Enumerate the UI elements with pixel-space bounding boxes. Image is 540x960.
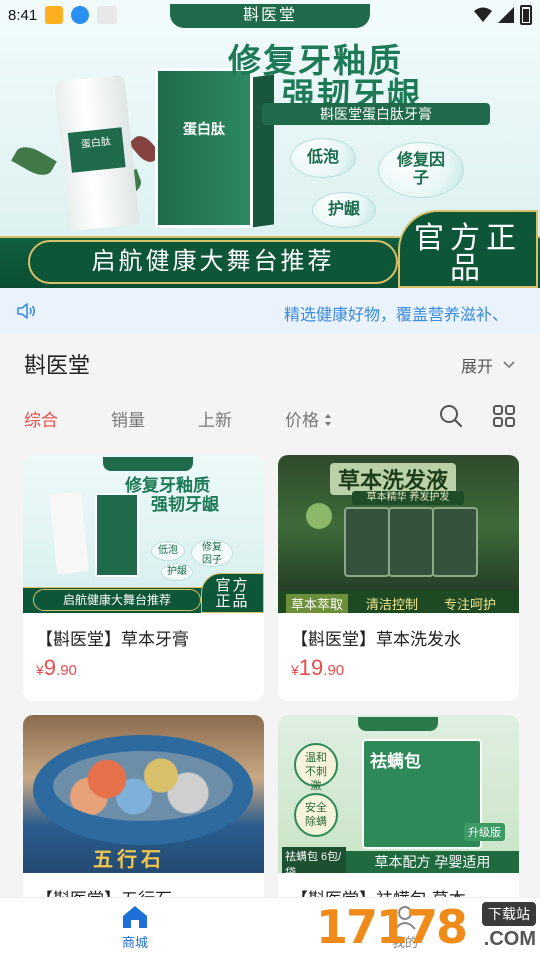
app-notification-icon	[45, 6, 64, 24]
product-box-side	[250, 74, 274, 228]
sort-tab-price-label: 价格	[285, 411, 319, 430]
product-box	[95, 493, 139, 577]
shop-title: 斟医堂	[24, 353, 91, 378]
feature-bubble: 低泡	[290, 138, 356, 178]
sort-tab-sales[interactable]: 销量	[111, 406, 145, 431]
product-image: 五行石	[23, 715, 264, 873]
wifi-icon	[474, 7, 492, 22]
shampoo-sachet	[388, 507, 434, 577]
notice-text: 精选健康好物，覆盖营养滋补、	[284, 307, 509, 324]
image-subtitle: 草本精华 养发护发	[352, 491, 464, 505]
count-label: 祛螨包 6包/袋	[282, 847, 346, 873]
product-name-ribbon: 斟医堂蛋白肽牙膏	[262, 103, 490, 125]
status-time: 8:41	[8, 6, 38, 24]
toothpaste-tube: 蛋白肽	[54, 74, 140, 232]
feature-bubble: 护龈	[312, 192, 376, 228]
feature-bubble: 护龈	[161, 563, 193, 581]
expand-button[interactable]: 展开	[461, 353, 515, 377]
sort-tab-new[interactable]: 上新	[198, 406, 232, 431]
watermark-tag: 下载站	[482, 902, 536, 926]
product-card[interactable]: 草本洗发液 草本精华 养发护发 草本萃取 清洁控制 专注呵护 【斟医堂】草本洗发…	[278, 455, 519, 701]
sort-bar: 综合 销量 上新 价格	[0, 390, 540, 442]
home-icon	[123, 906, 147, 928]
product-name: 【斟医堂】草本洗发水	[291, 630, 461, 649]
feature-bubble: 修复因子	[378, 142, 464, 198]
price-integer: 19	[298, 655, 324, 680]
brand-strip	[358, 717, 438, 731]
watermark-domain: .COM	[483, 928, 536, 950]
price-decimal: .90	[323, 662, 345, 679]
feature-badge: 安全除螨	[294, 793, 338, 837]
notice-bar[interactable]: 精选健康好物，覆盖营养滋补、	[0, 288, 540, 334]
expand-label: 展开	[461, 359, 494, 376]
decoration-circle	[306, 503, 332, 529]
image-footer-text: 启航健康大舞台推荐	[33, 589, 201, 611]
leaf-decoration	[11, 141, 57, 181]
product-box: 蛋白肽	[155, 68, 253, 228]
product-card[interactable]: 五行石 【斟医堂】五行石	[23, 715, 264, 915]
sort-tab-comprehensive[interactable]: 综合	[24, 406, 58, 431]
banner-footer-text: 启航健康大舞台推荐	[28, 240, 398, 284]
shop-header: 斟医堂 展开	[0, 334, 540, 390]
product-image: 草本洗发液 草本精华 养发护发 草本萃取 清洁控制 专注呵护	[278, 455, 519, 613]
download-notification-icon	[71, 6, 90, 24]
tab-mall-label: 商城	[121, 935, 148, 950]
watermark-number: 17178	[316, 900, 468, 954]
site-watermark: 17178 下载站 .COM	[312, 898, 540, 960]
speaker-icon	[17, 303, 36, 319]
promo-banner[interactable]: 8:41 斟医堂 蛋白肽 蛋白肽 修复牙釉质 强韧牙龈 斟医堂蛋白肽牙膏 低泡 …	[0, 0, 540, 288]
upgrade-badge: 升级版	[464, 823, 505, 841]
product-price: ¥9.90	[36, 655, 77, 681]
feature-bubble: 低泡	[151, 541, 185, 561]
product-card[interactable]: 祛螨包 温和不刺激 安全除螨 升级版 祛螨包 6包/袋 草本配方 孕婴适用 【斟…	[278, 715, 519, 915]
sort-tab-price[interactable]: 价格	[285, 406, 332, 431]
banner-brand: 斟医堂	[170, 4, 370, 28]
box-label: 蛋白肽	[183, 121, 225, 137]
image-tag: 专注呵护	[444, 597, 497, 612]
price-decimal: .90	[56, 662, 77, 679]
colored-stones	[53, 751, 233, 821]
tab-mall[interactable]: 商城	[105, 904, 165, 951]
feature-bubble: 修复因子	[191, 539, 233, 567]
image-title: 祛螨包	[370, 752, 421, 771]
image-tag: 清洁控制	[366, 597, 419, 612]
price-currency: ¥	[291, 662, 299, 678]
feature-badge: 温和不刺激	[294, 743, 338, 792]
product-name: 【斟医堂】草本牙膏	[36, 630, 189, 649]
signal-icon	[498, 7, 514, 23]
product-card[interactable]: 修复牙釉质 强韧牙龈 低泡 修复因子 护龈 启航健康大舞台推荐 官方正品 【斟医…	[23, 455, 264, 701]
image-tag-strip: 草本配方 孕婴适用	[346, 851, 519, 873]
official-seal: 官方正品	[201, 573, 264, 613]
product-image: 修复牙釉质 强韧牙龈 低泡 修复因子 护龈 启航健康大舞台推荐 官方正品	[23, 455, 264, 613]
app-notification-icon	[97, 6, 118, 24]
price-integer: 9	[43, 655, 57, 680]
brand-strip	[103, 457, 193, 471]
battery-icon	[520, 5, 532, 25]
sort-arrows-icon	[324, 414, 331, 426]
official-seal: 官方正品	[398, 210, 538, 288]
image-title: 五行石	[93, 849, 165, 871]
toothpaste-tube	[48, 491, 90, 575]
shampoo-sachet	[344, 507, 390, 577]
tube-label: 蛋白肽	[67, 127, 126, 173]
image-tag: 草本萃取	[286, 594, 349, 613]
shampoo-sachet	[432, 507, 478, 577]
search-icon[interactable]	[439, 404, 463, 428]
chevron-down-icon	[503, 361, 515, 369]
price-currency: ¥	[36, 662, 44, 678]
product-price: ¥19.90	[291, 655, 344, 681]
product-image: 祛螨包 温和不刺激 安全除螨 升级版 祛螨包 6包/袋 草本配方 孕婴适用	[278, 715, 519, 873]
grid-view-icon[interactable]	[492, 404, 516, 428]
image-headline: 强韧牙龈	[151, 495, 219, 514]
